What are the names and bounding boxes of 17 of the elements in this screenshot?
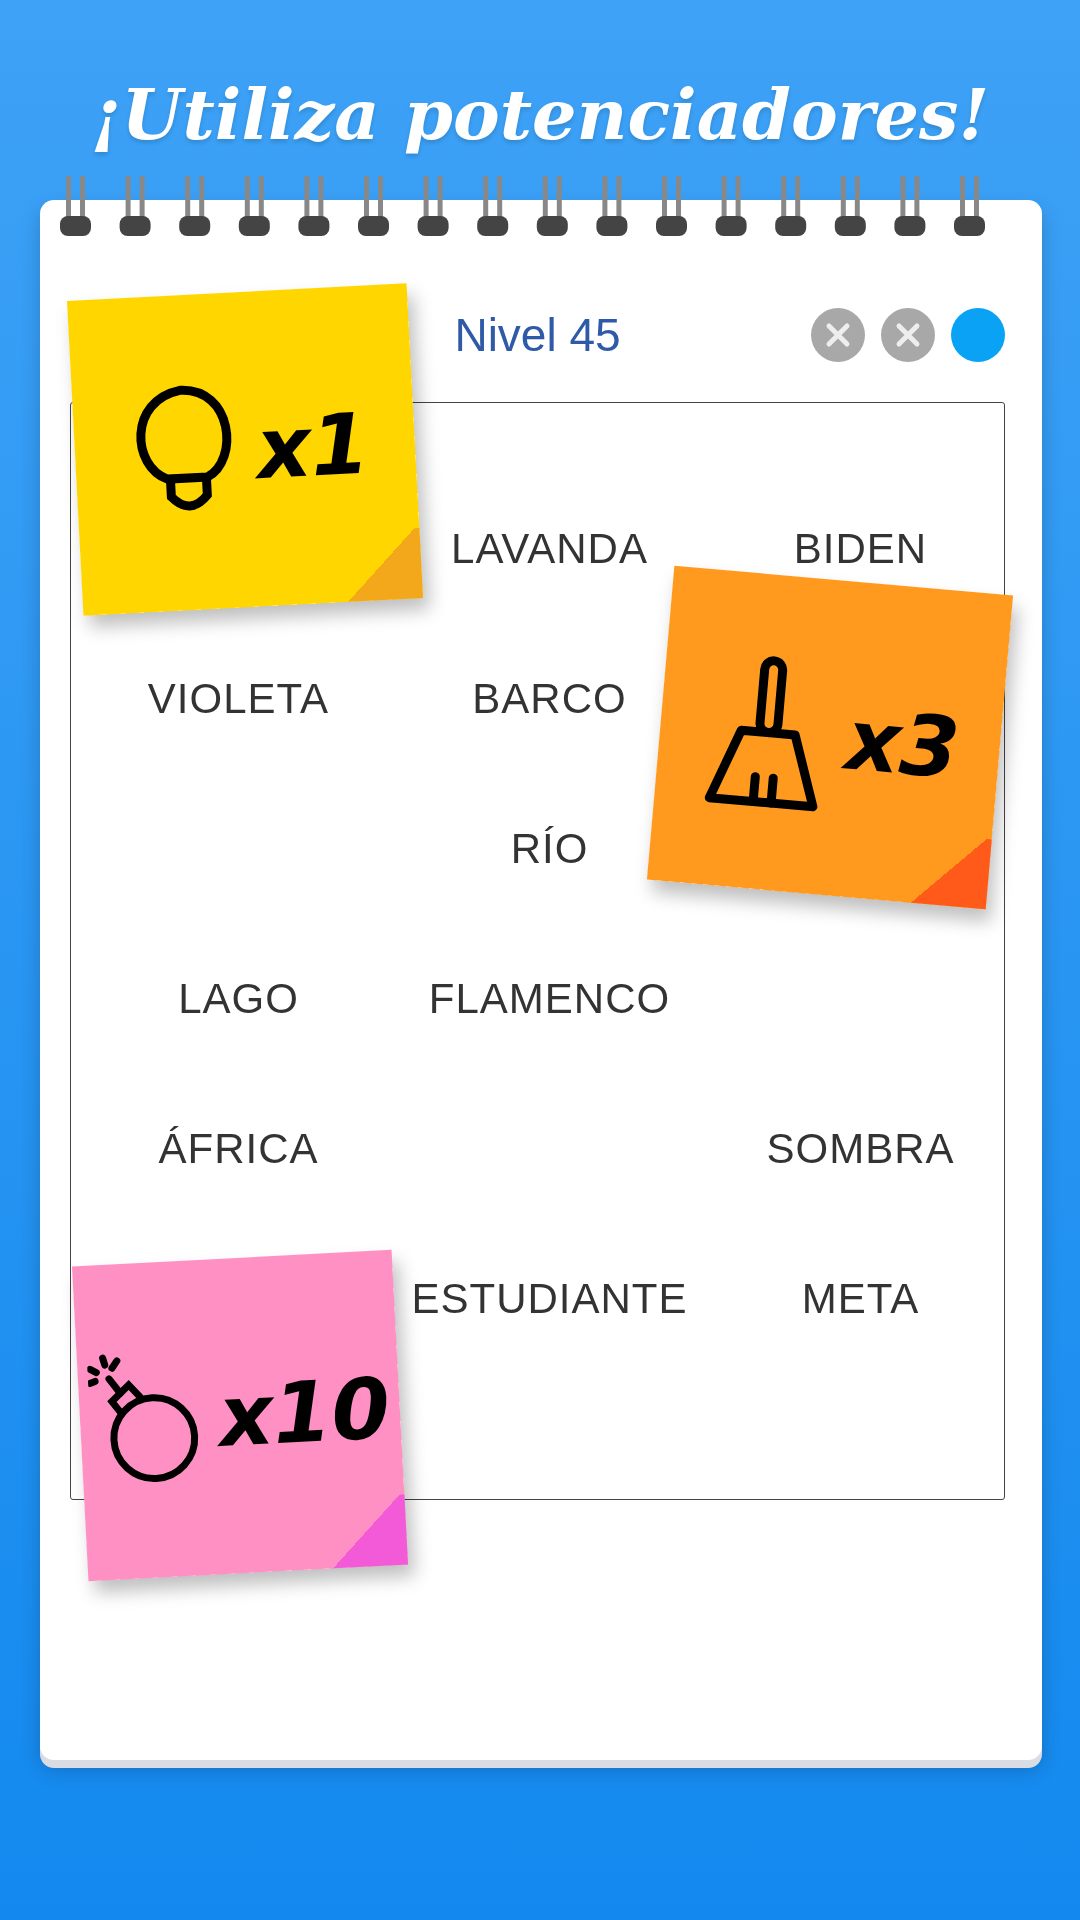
word-tile[interactable]: META: [801, 1266, 920, 1330]
word-tile[interactable]: ÁFRICA: [158, 1116, 319, 1180]
word-tile[interactable]: RÍO: [510, 816, 589, 880]
word-tile[interactable]: BARCO: [472, 666, 627, 730]
level-title: Nivel 45: [454, 307, 621, 363]
powerup-count: x10: [216, 1365, 392, 1459]
word-tile[interactable]: SOMBRA: [766, 1116, 955, 1180]
word-tile[interactable]: FLAMENCO: [428, 966, 671, 1030]
word-tile[interactable]: LAGO: [178, 966, 299, 1030]
word-tile[interactable]: VIOLETA: [147, 666, 330, 730]
powerup-count: x3: [842, 697, 963, 791]
word-tile[interactable]: LAVANDA: [451, 516, 648, 580]
powerup-count: x1: [254, 401, 372, 491]
headline: ¡Utiliza potenciadores!: [90, 73, 990, 156]
sticky-note[interactable]: x10: [72, 1249, 408, 1582]
word-tile[interactable]: ESTUDIANTE: [411, 1266, 688, 1330]
sticky-note[interactable]: x1: [67, 283, 423, 616]
